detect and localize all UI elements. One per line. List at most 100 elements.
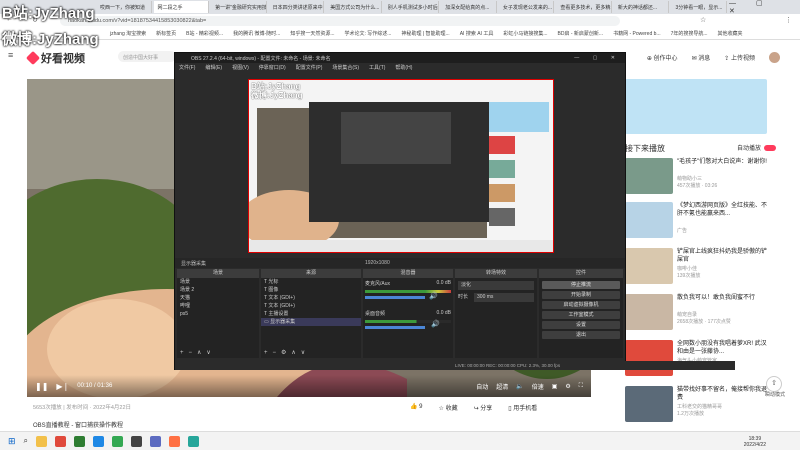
scene-item[interactable]: ps5 <box>177 310 259 318</box>
obs-menu-item[interactable]: 场景集合(S) <box>332 64 359 71</box>
browser-tab[interactable]: 哎西一下，你被知道 <box>96 1 152 13</box>
scene-item[interactable]: 哔哩 <box>177 302 259 310</box>
obs-menu-item[interactable]: 帮助(H) <box>395 64 412 71</box>
like-button[interactable]: 👍 9 <box>410 403 423 412</box>
source-item[interactable]: T 主播设置 <box>261 310 361 318</box>
next-icon[interactable]: ▶❘ <box>56 382 69 391</box>
obs-window-controls[interactable]: — ▢ ✕ <box>574 55 621 61</box>
search-input[interactable]: 创造中国大好事 <box>118 51 176 62</box>
speaker-icon[interactable]: 🔊 <box>429 292 438 300</box>
url-input[interactable]: haokan.baidu.com/v?vid=18187534415853030… <box>60 16 620 26</box>
upload-link[interactable]: ⇪ 上传视频 <box>724 53 755 62</box>
studio-mode-button[interactable]: 工作室模式 <box>542 311 620 319</box>
system-clock[interactable]: 18:39 2022/4/22 <box>744 436 766 448</box>
bookmark-item[interactable]: 书籍网 - Powered b... <box>613 30 661 37</box>
transition-select[interactable]: 淡化 <box>458 281 534 290</box>
browser-tab[interactable]: 3分钟看一眼，显示... <box>671 1 728 13</box>
exit-button[interactable]: 退出 <box>542 331 620 339</box>
bookmark-item[interactable]: 新标签页 <box>156 30 176 37</box>
video-thumbnail[interactable] <box>625 294 673 330</box>
window-controls[interactable]: — ▢ ✕ <box>729 0 794 15</box>
video-thumbnail[interactable] <box>625 386 673 422</box>
obs-menu-item[interactable]: 停靠窗口(D) <box>259 64 286 71</box>
start-recording-button[interactable]: 开始录制 <box>542 291 620 299</box>
settings-button[interactable]: 设置 <box>542 321 620 329</box>
obs-icon[interactable] <box>131 435 143 447</box>
windows-start-icon[interactable]: ⊞ <box>8 436 16 447</box>
auto-button[interactable]: 自动 <box>476 382 488 391</box>
scene-item[interactable]: 天猫 <box>177 294 259 302</box>
creator-center-link[interactable]: ⊕ 创作中心 <box>647 53 678 62</box>
obs-menu-item[interactable]: 工具(T) <box>369 64 385 71</box>
bookmark-item[interactable]: jzhang 淘宝搜索 <box>110 30 146 37</box>
list-item[interactable]: "毛孩子"们憋对大白说声：谢谢你! 萌物助小三 457次播放 · 03:26 <box>625 158 775 196</box>
bookmark-item[interactable]: AI 搜索 AI 工具 <box>460 30 494 37</box>
browser-tab-active[interactable]: 网二段之手 <box>153 1 210 13</box>
video-thumbnail[interactable] <box>625 248 673 284</box>
volume-slider[interactable] <box>365 296 425 299</box>
app-icon[interactable] <box>169 435 181 447</box>
settings-icon[interactable]: ⚙ <box>565 383 570 390</box>
fullscreen-icon[interactable]: ⛶ <box>579 383 583 390</box>
app-icon[interactable] <box>74 435 86 447</box>
item-title[interactable]: 《梦幻西游网页版》全红技能、不肝不氪也能赢来西... <box>677 202 772 218</box>
item-title[interactable]: 铲屎官上线疯狂抖奶我是骄傲的铲屎官 <box>677 248 772 264</box>
list-item[interactable]: 散负我可以！敢负我闺蜜不行 萌宠自录 2658次播放 · 177次点赞 <box>625 294 775 332</box>
chrome-icon[interactable] <box>112 435 124 447</box>
mobile-button[interactable]: ▯ 用手机看 <box>508 403 537 412</box>
browser-tab[interactable]: 查看更多技术，更多精... <box>556 1 612 13</box>
menu-icon[interactable]: ⋮ <box>785 16 792 24</box>
search-icon[interactable]: ⌕ <box>24 436 28 446</box>
app-icon[interactable] <box>188 435 200 447</box>
list-item[interactable]: 全网数小朋没有我唱着萝XR! 武汉和由是一张藤协... 海气头小萌宠管家1.7万… <box>625 340 775 378</box>
star-icon[interactable]: ☆ <box>700 16 706 24</box>
browser-tab[interactable]: 日本四分类讲述原来中国数... <box>268 1 325 13</box>
bookmark-item[interactable]: 7年的搜搜导航... <box>671 30 708 37</box>
item-title[interactable]: 散负我可以！敢负我闺蜜不行 <box>677 294 772 302</box>
favorite-button[interactable]: ☆ 收藏 <box>439 403 458 412</box>
toggle-switch[interactable] <box>764 144 777 151</box>
list-item[interactable]: 铲屎官上线疯狂抖奶我是骄傲的铲屎官 咖啡小佳 139次播放 <box>625 248 775 286</box>
list-item[interactable]: 猫带找好事不留名，俺接帮你我退费 工科老交的猫精哥哥 1.2万次播放 <box>625 386 775 424</box>
duration-input[interactable]: 300 ms <box>474 293 534 302</box>
list-item[interactable]: 《梦幻西游网页版》全红技能、不肝不氪也能赢来西... 广告 <box>625 202 775 240</box>
source-item[interactable]: T 光标 <box>261 278 361 286</box>
item-title[interactable]: 猫带找好事不留名，俺接帮你我退费 <box>677 386 772 402</box>
avatar[interactable] <box>769 52 780 63</box>
share-button[interactable]: ↪ 分享 <box>474 403 493 412</box>
hamburger-icon[interactable]: ≡ <box>8 50 13 60</box>
scene-item[interactable]: 场景 2 <box>177 286 259 294</box>
sources-toolbar[interactable]: +−⚙∧∨ <box>264 349 310 356</box>
scenes-toolbar[interactable]: +−∧∨ <box>180 349 216 356</box>
app-icon[interactable] <box>150 435 162 447</box>
autoplay-toggle[interactable]: 自动播放 <box>737 143 777 152</box>
banner-ad[interactable] <box>625 79 767 134</box>
bookmark-item[interactable]: 学术论文: 写作综述... <box>345 30 392 37</box>
bookmark-item[interactable]: 其他收藏夹 <box>718 30 743 37</box>
video-thumbnail[interactable] <box>625 340 673 376</box>
bookmark-item[interactable]: BD启 - 新启蒙创新... <box>558 30 604 37</box>
obs-preview[interactable]: B站:JyZhang 微博:JyZhang <box>239 79 554 253</box>
file-explorer-icon[interactable] <box>36 435 48 447</box>
bookmark-item[interactable]: B站 - 精彩视频... <box>186 30 223 37</box>
bookmark-item[interactable]: 我的腾讯 微博-随时... <box>233 30 280 37</box>
browser-tab[interactable]: 女子发现老公发来的... <box>498 1 555 13</box>
volume-icon[interactable]: 🔈 <box>516 383 523 390</box>
message-link[interactable]: ✉ 消息 <box>692 53 711 62</box>
stop-stream-button[interactable]: 停止推流 <box>542 281 620 289</box>
speaker-icon[interactable]: 🔊 <box>431 320 440 328</box>
browser-tab[interactable]: 别人手机测试多小时后... <box>383 1 440 13</box>
video-thumbnail[interactable] <box>625 158 673 194</box>
video-thumbnail[interactable] <box>625 202 673 238</box>
obs-menu-item[interactable]: 文件(F) <box>179 64 195 71</box>
scene-item[interactable]: 场景 <box>177 278 259 286</box>
pip-icon[interactable]: ▣ <box>552 383 558 390</box>
item-title[interactable]: "毛孩子"们憋对大白说声：谢谢你! <box>677 158 772 166</box>
browser-tab[interactable]: 美国方式公司为什么... <box>326 1 382 13</box>
quality-button[interactable]: 超清 <box>496 382 508 391</box>
source-item[interactable]: T 图像 <box>261 286 361 294</box>
virtual-camera-button[interactable]: 启动虚拟摄像机 <box>542 301 620 309</box>
pause-icon[interactable]: ❚❚ <box>35 382 48 391</box>
source-item[interactable]: T 文本 (GDI+) <box>261 302 361 310</box>
edge-icon[interactable] <box>93 435 105 447</box>
